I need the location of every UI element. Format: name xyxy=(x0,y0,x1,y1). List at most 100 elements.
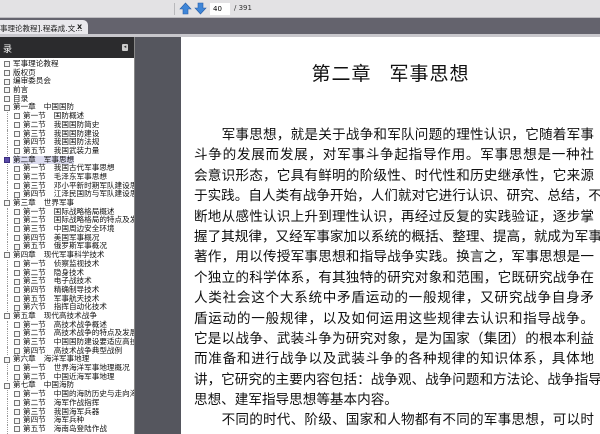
bookmark-title: 我国古代军事思想 xyxy=(53,163,115,173)
bookmark-title: 世界军事 xyxy=(43,198,75,207)
bookmark-icon xyxy=(14,217,20,224)
collapse-sidebar-icon[interactable]: ◂ xyxy=(122,44,128,51)
bookmark-number: 第二节 xyxy=(23,397,46,407)
bookmark-title: 我国武装力量 xyxy=(53,145,100,155)
bookmark-title: 侦察监视技术 xyxy=(53,258,100,268)
bookmark-icon xyxy=(14,165,20,172)
tab-bar: 事理论教程].程森成.文... x xyxy=(0,18,600,35)
bookmark-title: 毛泽东军事思想 xyxy=(53,171,107,181)
bookmark-sidebar: 录 ◂ 军事理论教程 版权页 编审委员会 前言 目录 第一章 中国国防 第一节 国防概述 第二节我… xyxy=(0,37,135,434)
next-page-arrow-icon[interactable] xyxy=(194,2,207,15)
bookmark-title: 海军兵种 xyxy=(53,415,85,425)
bookmark-title: 指挥自动化技术 xyxy=(53,302,107,312)
text-line: 它是以战争、武装斗争为研究对象，是为国家（集团）的根本利益 xyxy=(194,330,594,347)
bookmark-number: 第一节 xyxy=(23,363,46,373)
bookmark-icon xyxy=(14,148,20,155)
bookmark-number: 第一节 xyxy=(23,163,46,173)
text-line: 盾运动的一般规律，以及如何运用这些规律去认识和指导战争。 xyxy=(194,310,594,327)
bookmark-icon xyxy=(14,391,20,398)
bookmark-number: 第五章 xyxy=(13,310,36,320)
sidebar-header: 录 ◂ xyxy=(0,37,134,58)
bookmark-number: 第五节 xyxy=(23,145,46,155)
bookmark-number: 第一节 xyxy=(23,111,46,121)
bookmark-number: 第六节 xyxy=(23,302,46,312)
bookmark-icon xyxy=(14,408,20,415)
text-line: 个独立的科学体系，有其独特的研究对象和范围，它既研究战争在 xyxy=(194,269,594,286)
bookmark-icon xyxy=(4,78,10,85)
bookmark-number: 第四章 xyxy=(13,250,36,260)
previous-page-arrow-icon[interactable] xyxy=(179,2,192,15)
bookmark-label: 第四节江泽民国防与军队建设思想 xyxy=(23,189,134,199)
bookmark-number: 第二节 xyxy=(23,171,46,181)
bookmark-number: 第三章 xyxy=(13,198,36,207)
chapter-title: 军事思想 xyxy=(389,63,470,85)
bookmark-title: 江泽民国防与军队建设思想 xyxy=(53,189,134,199)
bookmark-title: 我国国防法规 xyxy=(53,137,100,147)
bookmark-title: 海南岛登陆作战 xyxy=(53,423,107,433)
bookmark-number: 第一节 xyxy=(23,258,46,268)
bookmark-title: 精确制导技术 xyxy=(53,284,100,294)
page-margin xyxy=(136,37,181,434)
bookmark-icon xyxy=(14,122,20,129)
chapter-number: 第二章 xyxy=(311,63,372,85)
bookmark-icon xyxy=(14,243,20,250)
bookmark-icon xyxy=(4,104,10,111)
bookmark-title: 我国国防简史 xyxy=(53,119,100,129)
bookmark-title: 现代军事科学技术 xyxy=(43,250,105,260)
bookmark-icon xyxy=(14,209,20,216)
bookmark-title: 海军作战指挥 xyxy=(53,397,100,407)
bookmark-item[interactable]: 第五节 海南岛登陆作战 xyxy=(0,423,134,434)
bookmark-icon xyxy=(14,139,20,146)
bookmark-title: 现代高技术战争 xyxy=(43,310,97,320)
bookmark-icon xyxy=(14,174,20,181)
bookmark-number: 第四节 xyxy=(23,137,46,147)
bookmark-number: 第四节 xyxy=(23,415,46,425)
bookmark-icon xyxy=(4,382,10,389)
bookmark-icon xyxy=(14,426,20,433)
bookmark-icon xyxy=(14,304,20,311)
bookmark-icon xyxy=(4,252,10,259)
text-line: 著作，用以传授军事思想和指导战争实践。换言之，军事思想是一 xyxy=(194,249,594,266)
bookmark-title: 前言 xyxy=(13,85,29,95)
bookmark-icon xyxy=(4,200,10,207)
bookmark-icon xyxy=(14,287,20,294)
bookmark-icon xyxy=(14,321,20,328)
page-number-input[interactable] xyxy=(210,3,230,15)
bookmark-icon xyxy=(14,365,20,372)
bookmark-tree[interactable]: 军事理论教程 版权页 编审委员会 前言 目录 第一章 中国国防 第一节 国防概述 第二节 我国国防简… xyxy=(0,58,134,434)
document-tab[interactable]: 事理论教程].程森成.文... x xyxy=(0,20,88,35)
bookmark-icon xyxy=(14,330,20,337)
bookmark-label: 第五节 海南岛登陆作战 xyxy=(23,423,107,434)
text-line: 会意识形态，它具有鲜明的阶级性、时代性和历史继承性，它来源 xyxy=(194,167,594,184)
bookmark-title: 国防概述 xyxy=(53,111,85,121)
tab-title: 事理论教程].程森成.文... xyxy=(0,24,83,33)
text-line: 人类社会这个大系统中矛盾运动的一般规律，又研究战争自身矛 xyxy=(194,290,594,307)
bookmark-title: 军事理论教程 xyxy=(13,59,59,68)
text-line: 斗争的发展而发展，对军事斗争起指导作用。军事思想是一种社 xyxy=(194,147,594,164)
bookmark-number: 第二节 xyxy=(23,328,46,338)
close-tab-icon[interactable]: x xyxy=(77,22,82,31)
bookmark-icon xyxy=(4,70,10,77)
bookmark-number: 第三节 xyxy=(23,224,46,234)
bookmark-icon xyxy=(14,400,20,407)
bookmark-icon xyxy=(14,130,20,137)
toolbar-divider xyxy=(174,3,175,15)
text-line: 思想、建军指导思想等基本内容。 xyxy=(194,392,398,409)
sidebar-title: 录 xyxy=(3,45,13,55)
chapter-body: 军事思想，就是关于战争和军队问题的理性认识，它随着军事 斗争的发展而发展，对军事斗… xyxy=(194,125,600,431)
bookmark-title: 高技术战争的特点及发展 xyxy=(53,328,135,338)
total-pages: / 391 xyxy=(234,4,252,12)
bookmark-title: 世界海洋军事地理概况 xyxy=(53,363,130,373)
bookmark-number: 第四节 xyxy=(23,284,46,294)
bookmark-icon xyxy=(4,61,10,68)
bookmark-icon xyxy=(4,96,10,103)
bookmark-icon xyxy=(14,261,20,268)
bookmark-title: 中国周边安全环境 xyxy=(53,224,115,234)
bookmark-icon xyxy=(14,191,20,198)
bookmark-title: 中国的海防历史与走向海洋 xyxy=(53,389,134,399)
bookmark-icon xyxy=(4,156,10,163)
bookmark-number: 第三节 xyxy=(23,337,46,346)
bookmark-icon xyxy=(4,313,10,320)
bookmark-icon xyxy=(4,87,10,94)
text-line: 于实践。自人类有战争开始，人们就对它进行认识、研究、总结，不 xyxy=(194,188,600,205)
